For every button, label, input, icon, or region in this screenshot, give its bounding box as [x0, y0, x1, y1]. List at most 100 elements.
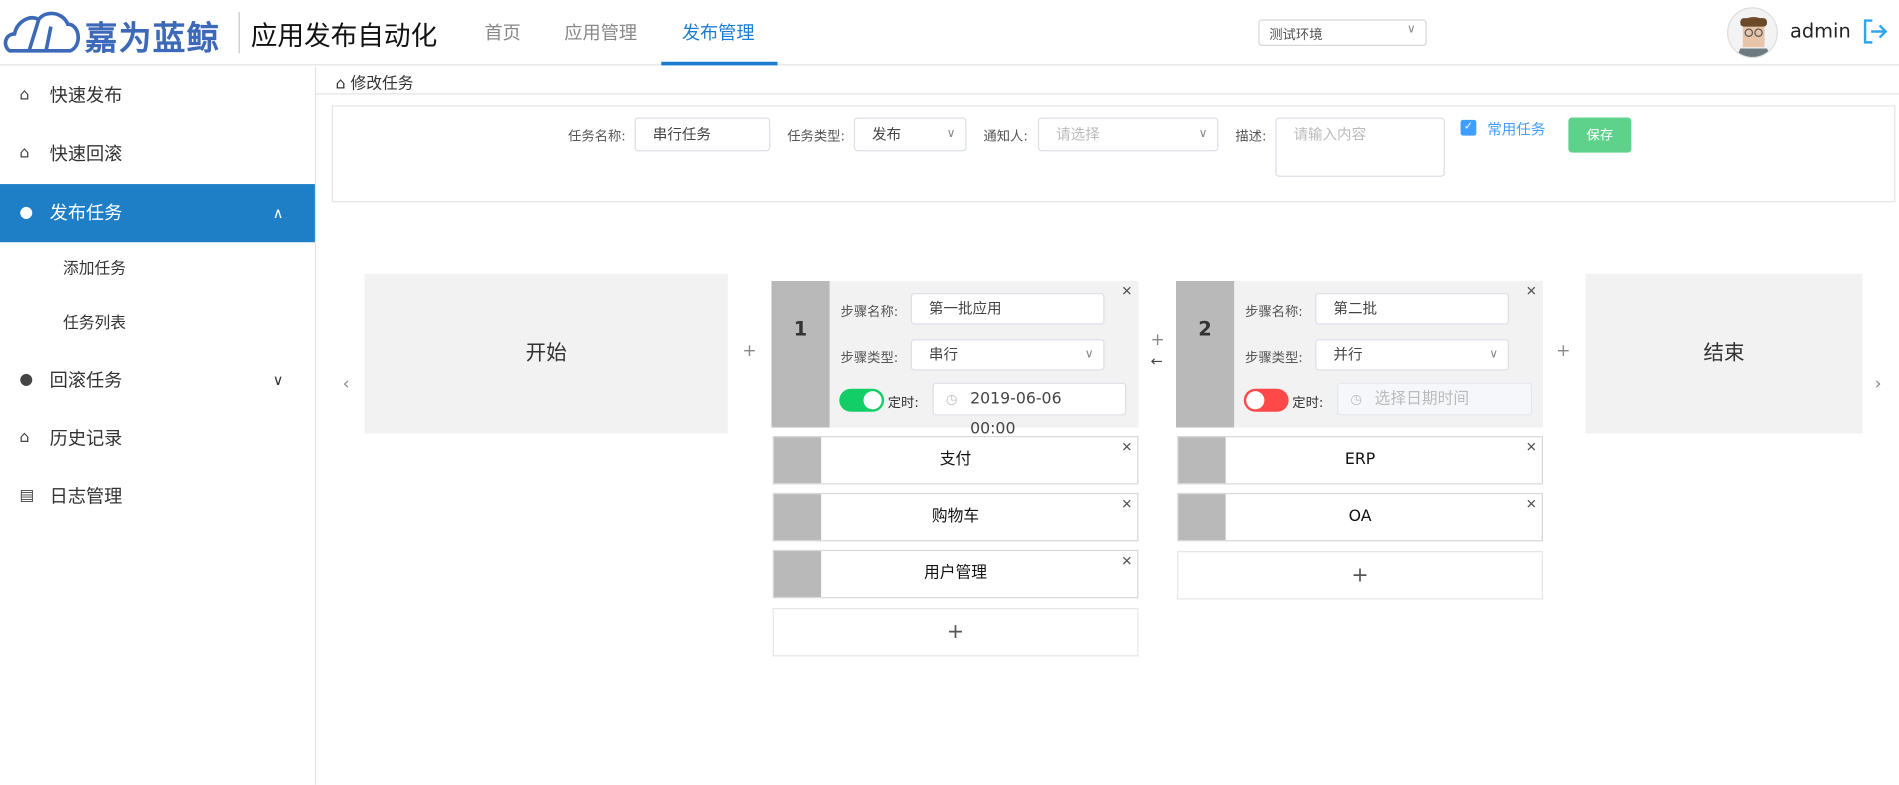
book-icon: ▤	[19, 486, 35, 506]
close-icon[interactable]: ✕	[1121, 425, 1132, 471]
chevron-up-icon: ∧	[272, 204, 284, 222]
task-type-value: 发布	[871, 125, 902, 143]
home-icon: ⌂	[19, 85, 30, 105]
timer-datetime-input[interactable]: ◷ 2019-06-06 00:00	[932, 382, 1127, 438]
app-name: OA	[1348, 507, 1372, 526]
logout-icon[interactable]	[1861, 18, 1888, 51]
desc-textarea[interactable]: 请输入内容	[1275, 117, 1445, 177]
step-number: 2	[1175, 280, 1235, 428]
notify-select[interactable]: 请选择 ∨	[1037, 117, 1219, 152]
sidebar-item-label: 快速发布	[49, 84, 123, 107]
avatar-image	[1736, 16, 1771, 57]
step-type-value: 并行	[1333, 346, 1363, 364]
home-icon: ⌂	[19, 428, 30, 447]
step-name-input[interactable]: 第一批应用	[910, 293, 1105, 325]
sidebar-item-label: 日志管理	[49, 485, 123, 508]
app-name: 用户管理	[924, 564, 988, 583]
chevron-down-icon: ∨	[1084, 347, 1094, 361]
close-icon[interactable]: ✕	[1526, 283, 1537, 299]
save-button[interactable]: 保存	[1568, 117, 1632, 153]
step-type-label: 步骤类型:	[840, 350, 899, 366]
move-left-arrow-icon[interactable]: ←	[1151, 352, 1163, 369]
home-icon[interactable]: ⌂	[335, 75, 345, 93]
step-type-select[interactable]: 并行 ∨	[1315, 339, 1510, 371]
sidebar-item-rollback-tasks[interactable]: ● 回滚任务 ∨	[0, 351, 315, 409]
add-app-button[interactable]: +	[1177, 551, 1543, 600]
close-icon[interactable]: ✕	[1121, 283, 1132, 299]
app-drag-handle[interactable]	[773, 437, 822, 484]
avatar[interactable]	[1727, 7, 1778, 59]
add-step-button[interactable]: +	[742, 342, 756, 361]
start-node: 开始	[364, 273, 728, 434]
app-drag-handle[interactable]	[773, 494, 822, 541]
logo-cloud-icon	[3, 11, 80, 53]
add-step-button[interactable]: +	[1151, 331, 1165, 350]
notify-label: 通知人:	[983, 128, 1028, 145]
chevron-down-icon: ∨	[1489, 347, 1499, 361]
task-name-input[interactable]: 串行任务	[634, 117, 771, 152]
clock-icon: ◷	[945, 391, 958, 407]
add-app-button[interactable]: +	[772, 607, 1139, 657]
app-name: 支付	[939, 450, 972, 469]
end-node: 结束	[1585, 273, 1863, 434]
timer-label: 定时:	[887, 394, 919, 411]
timer-value: 2019-06-06 00:00	[970, 389, 1062, 439]
step-name-input[interactable]: 第二批	[1315, 293, 1510, 325]
sidebar-item-release-tasks[interactable]: ● 发布任务 ∧	[0, 184, 315, 243]
sidebar-item-add-task[interactable]: 添加任务	[0, 242, 315, 296]
sidebar-item-task-list[interactable]: 任务列表	[0, 297, 315, 351]
close-icon[interactable]: ✕	[1121, 482, 1132, 528]
prev-arrow-icon[interactable]: ‹	[343, 374, 350, 393]
timer-switch[interactable]	[1243, 388, 1289, 412]
environment-value: 测试环境	[1269, 26, 1323, 43]
app-drag-handle[interactable]	[1178, 437, 1226, 484]
add-step-button[interactable]: +	[1556, 342, 1570, 361]
notify-placeholder: 请选择	[1056, 125, 1100, 143]
nav-active-underline	[661, 61, 778, 66]
step-number: 1	[771, 280, 830, 428]
desc-label: 描述:	[1235, 128, 1267, 145]
chat-icon: ●	[19, 203, 34, 222]
step-type-select[interactable]: 串行 ∨	[910, 339, 1105, 371]
app-item: OA ✕	[1177, 492, 1543, 542]
home-icon: ⌂	[19, 144, 30, 163]
step-name-label: 步骤名称:	[1245, 303, 1303, 320]
chat-icon: ●	[19, 370, 34, 389]
timer-switch[interactable]	[839, 388, 885, 412]
next-arrow-icon[interactable]: ›	[1875, 374, 1882, 393]
sidebar-item-quick-rollback[interactable]: ⌂ 快速回滚	[0, 125, 315, 183]
environment-select[interactable]: 测试环境 ∨	[1258, 19, 1427, 47]
sidebar-item-logs[interactable]: ▤ 日志管理	[0, 467, 315, 525]
sidebar-item-quick-release[interactable]: ⌂ 快速发布	[0, 67, 315, 125]
close-icon[interactable]: ✕	[1121, 539, 1132, 585]
app-item: 购物车 ✕	[772, 492, 1139, 542]
app-name: 购物车	[931, 507, 980, 526]
chevron-down-icon: ∨	[946, 127, 956, 141]
nav-app-management[interactable]: 应用管理	[564, 19, 637, 44]
timer-label: 定时:	[1292, 394, 1324, 411]
step-type-label: 步骤类型:	[1245, 350, 1303, 366]
breadcrumb-current: 修改任务	[350, 75, 414, 94]
close-icon[interactable]: ✕	[1526, 482, 1537, 528]
timer-datetime-input: ◷ 选择日期时间	[1337, 382, 1533, 416]
nav-home[interactable]: 首页	[484, 19, 520, 44]
common-task-label[interactable]: 常用任务	[1487, 119, 1545, 140]
step-card-1: 1 ✕ 步骤名称: 第一批应用 步骤类型: 串行 ∨ 定时: ◷ 2019-06-0…	[771, 280, 1139, 438]
task-type-label: 任务类型:	[787, 128, 846, 145]
timer-placeholder: 选择日期时间	[1374, 389, 1470, 409]
logo-text: 嘉为蓝鲸	[84, 20, 221, 59]
nav-release-management[interactable]: 发布管理	[682, 19, 755, 44]
close-icon[interactable]: ✕	[1526, 425, 1537, 471]
app-title: 应用发布自动化	[250, 21, 438, 53]
app-drag-handle[interactable]	[773, 551, 822, 598]
chevron-down-icon: ∨	[272, 371, 284, 389]
sidebar: ⌂ 快速发布 ⌂ 快速回滚 ● 发布任务 ∧ 添加任务 任务列表 ● 回滚任务 ∨ ⌂ 历史记…	[0, 66, 317, 785]
chevron-down-icon: ∨	[1198, 127, 1208, 141]
sidebar-item-label: 回滚任务	[49, 369, 123, 392]
common-task-checkbox[interactable]: ✓	[1460, 119, 1477, 136]
sidebar-item-history[interactable]: ⌂ 历史记录	[0, 409, 315, 467]
app-drag-handle[interactable]	[1178, 494, 1226, 541]
step-name-label: 步骤名称:	[840, 303, 899, 320]
username[interactable]: admin	[1790, 19, 1851, 42]
task-type-select[interactable]: 发布 ∨	[853, 117, 967, 152]
